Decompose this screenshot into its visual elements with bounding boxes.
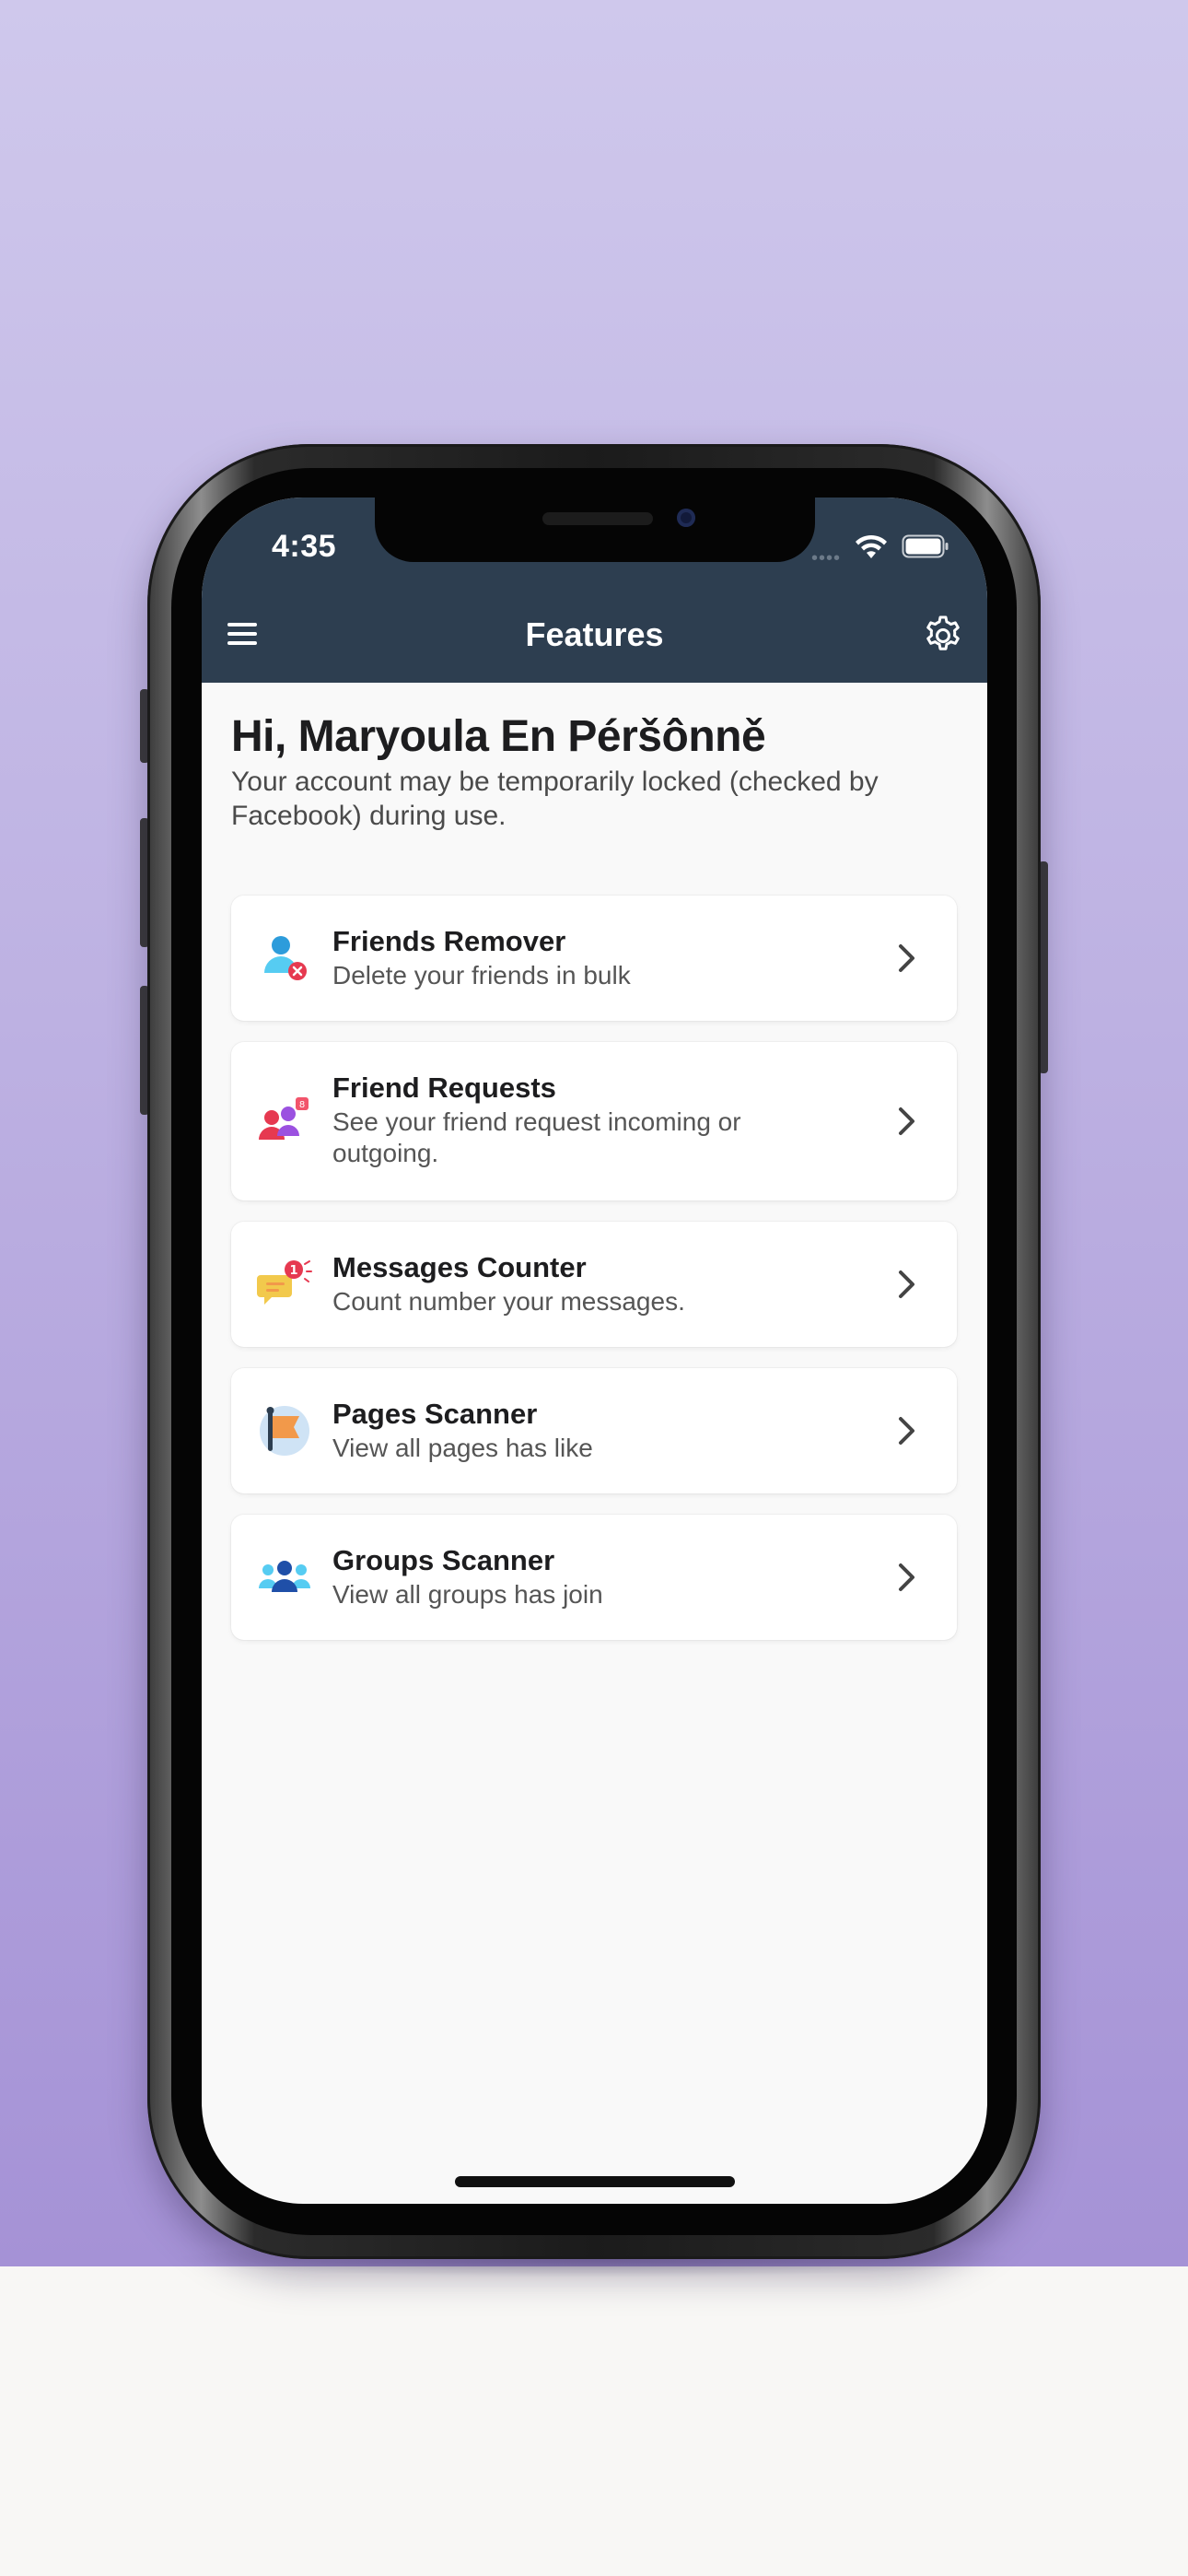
floor — [0, 2266, 1188, 2576]
feature-subtitle: View all pages has like — [332, 1434, 593, 1462]
wifi-icon — [856, 534, 887, 558]
greeting-heading: Hi, Maryoula En Péršônně — [231, 712, 766, 761]
feature-card-pages-scanner[interactable]: Pages Scanner View all pages has like — [231, 1368, 957, 1493]
chevron-right-icon — [899, 1107, 914, 1135]
svg-text:1: 1 — [289, 1264, 297, 1278]
feature-card-groups-scanner[interactable]: Groups Scanner View all groups has join — [231, 1515, 957, 1640]
account-lock-notice: Your account may be temporarily locked (… — [231, 767, 879, 831]
page-title: Features — [525, 615, 664, 653]
feature-subtitle: Delete your friends in bulk — [332, 961, 631, 989]
earpiece-speaker — [542, 512, 653, 525]
feature-subtitle: Count number your messages. — [332, 1287, 685, 1316]
front-camera — [677, 509, 695, 527]
notch — [375, 498, 815, 562]
feature-title: Groups Scanner — [332, 1544, 555, 1576]
chevron-right-icon — [899, 1417, 914, 1445]
chevron-right-icon — [899, 1563, 914, 1591]
feature-card-friends-remover[interactable]: Friends Remover Delete your friends in b… — [231, 896, 957, 1021]
messages-counter-icon: 1 — [257, 1260, 312, 1305]
home-indicator[interactable] — [455, 2176, 735, 2187]
feature-title: Friend Requests — [332, 1071, 556, 1104]
feature-title: Messages Counter — [332, 1251, 587, 1283]
svg-text:8: 8 — [299, 1100, 305, 1110]
battery-icon — [902, 534, 949, 558]
cellular-signal-icon: •••• — [811, 548, 842, 568]
feature-title: Pages Scanner — [332, 1398, 538, 1430]
feature-card-friend-requests[interactable]: 8 Friend Requests See your friend reques… — [231, 1042, 957, 1200]
groups-scanner-icon — [259, 1561, 310, 1592]
feature-title: Friends Remover — [332, 925, 566, 957]
friend-requests-icon: 8 — [259, 1097, 309, 1140]
feature-subtitle: See your friend request incoming or outg… — [332, 1107, 741, 1167]
status-time: 4:35 — [272, 529, 337, 564]
app-header: 4:35 •••• Features — [202, 498, 987, 683]
gear-icon[interactable] — [922, 615, 964, 657]
phone-screen: 4:35 •••• Features Hi, Maryoula En Péršô… — [202, 498, 987, 2204]
chevron-right-icon — [899, 944, 914, 972]
feature-card-messages-counter[interactable]: 1 Messages Counter Count number your mes… — [231, 1222, 957, 1347]
chevron-right-icon — [899, 1270, 914, 1298]
feature-subtitle: View all groups has join — [332, 1580, 603, 1609]
friends-remover-icon — [264, 936, 307, 980]
pages-scanner-icon — [260, 1406, 309, 1456]
